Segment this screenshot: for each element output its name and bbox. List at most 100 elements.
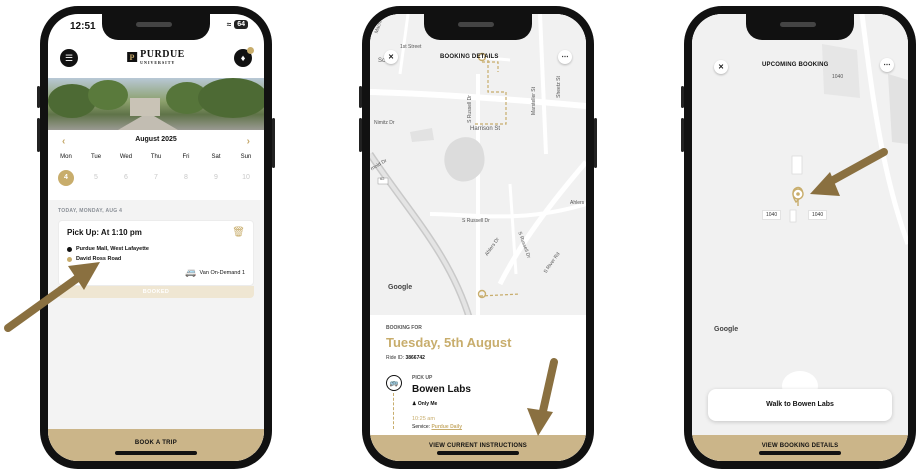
side-button	[37, 118, 40, 152]
service-label: Service:	[412, 424, 431, 430]
phone-home-screen: 12:51 ≈ 64 ☰ P PURDUE UNIVERSITY ♦ ‹ Aug…	[37, 6, 275, 469]
screen-title: BOOKING DETAILS	[440, 54, 499, 60]
side-button	[681, 86, 684, 108]
pickup-service: Service: Purdue Daily	[412, 424, 462, 430]
passengers-label: Only Me	[417, 401, 438, 407]
destination-dot-icon	[67, 256, 72, 262]
more-icon[interactable]: ⋯	[880, 58, 894, 72]
origin-label: Purdue Mall, West Lafayette	[76, 246, 149, 252]
pickup-time: 10:25 am	[412, 416, 435, 422]
view-booking-details-button[interactable]: VIEW BOOKING DETAILS	[692, 435, 908, 461]
date-cell[interactable]: 9	[204, 170, 228, 186]
date-row: 4 5 6 7 8 9 10	[54, 170, 258, 186]
close-icon[interactable]: ✕	[384, 50, 398, 64]
side-button	[359, 118, 362, 152]
stage: 12:51 ≈ 64 ☰ P PURDUE UNIVERSITY ♦ ‹ Aug…	[0, 0, 916, 470]
phone-booking-details: Machi 1st Street Sc Sheetz St Marsteller…	[359, 6, 597, 469]
map-label-building: 1040	[762, 210, 782, 220]
map-label-street: Nimitz Dr	[374, 120, 395, 126]
app-header: ☰ P PURDUE UNIVERSITY ♦	[48, 42, 264, 78]
side-button	[272, 118, 275, 168]
status-time: 12:51	[70, 21, 96, 32]
vehicle-label: Van On-Demand 1	[199, 269, 245, 276]
menu-icon[interactable]: ☰	[60, 49, 78, 67]
close-icon[interactable]: ✕	[714, 60, 728, 74]
notch	[746, 14, 854, 40]
date-cell[interactable]: 6	[114, 170, 138, 186]
person-icon: ♟	[412, 401, 417, 407]
phone-upcoming-booking: 1040 1040 1040 Google ✕ UPCOMING BOOKING…	[681, 6, 916, 469]
map-view[interactable]: 1040 1040 1040 Google ✕ UPCOMING BOOKING…	[692, 14, 908, 461]
side-button	[359, 86, 362, 108]
date-cell[interactable]: 7	[144, 170, 168, 186]
campus-hero-image	[48, 78, 264, 130]
status-icons: ≈ 64	[227, 20, 248, 29]
weekday-row: Mon Tue Wed Thu Fri Sat Sun	[54, 154, 258, 160]
battery-indicator: 64	[234, 20, 248, 29]
notch	[424, 14, 532, 40]
google-logo: Google	[388, 284, 413, 291]
weekday-label: Sat	[211, 154, 221, 160]
weekday-label: Wed	[119, 154, 133, 160]
side-button	[594, 118, 597, 168]
logo-subtext: UNIVERSITY	[140, 60, 176, 65]
map-label-street: 1st Street	[400, 44, 422, 50]
chevron-right-icon[interactable]: ›	[247, 136, 250, 147]
notification-badge	[247, 47, 254, 54]
date-cell[interactable]: 10	[234, 170, 258, 186]
origin-dot-icon	[67, 246, 72, 252]
trash-icon[interactable]: 🗑	[232, 227, 245, 238]
bus-icon: 🚌	[386, 375, 402, 391]
calendar-header: ‹ August 2025 ›	[48, 136, 264, 150]
booking-panel: BOOKING FOR Tuesday, 5th August Ride ID:…	[370, 315, 586, 461]
map-label-street: Ahlers	[570, 200, 585, 206]
home-indicator	[115, 451, 197, 455]
service-link[interactable]: Purdue Daily	[431, 424, 462, 430]
purdue-logo: P PURDUE UNIVERSITY	[127, 49, 185, 65]
map-label-street: S Russell Dr	[462, 218, 490, 224]
weekday-label: Fri	[182, 154, 190, 160]
ride-id-label: Ride ID:	[386, 355, 405, 361]
chevron-left-icon[interactable]: ‹	[62, 136, 65, 147]
vehicle-info: 🚐 Van On-Demand 1	[185, 267, 245, 278]
bell-icon[interactable]: ♦	[234, 47, 254, 67]
weekday-label: Sun	[240, 154, 252, 160]
screen: 12:51 ≈ 64 ☰ P PURDUE UNIVERSITY ♦ ‹ Aug…	[48, 14, 264, 461]
date-selected[interactable]: 4	[58, 170, 74, 186]
weekday-label: Thu	[150, 154, 162, 160]
screen: 1040 1040 1040 Google ✕ UPCOMING BOOKING…	[692, 14, 908, 461]
map-label-street: Harrison St	[470, 126, 501, 132]
calendar-month: August 2025	[135, 136, 177, 143]
ride-id-value: 3866742	[405, 355, 425, 361]
map-label-shield: 62	[380, 176, 385, 181]
walk-to-bowen-labs-button[interactable]: Walk to Bowen Labs	[708, 389, 892, 421]
map-label-street: Sheetz St	[555, 76, 562, 98]
trip-title: Pick Up: At 1:10 pm	[67, 228, 142, 237]
map-label-building: 1040	[832, 74, 844, 80]
google-logo: Google	[714, 326, 739, 333]
purdue-p-icon: P	[127, 52, 138, 62]
screen: Machi 1st Street Sc Sheetz St Marsteller…	[370, 14, 586, 461]
map-view[interactable]: Machi 1st Street Sc Sheetz St Marsteller…	[370, 14, 586, 320]
home-indicator	[437, 451, 519, 455]
trip-list: TODAY, MONDAY, AUG 4 Pick Up: At 1:10 pm…	[48, 200, 264, 461]
trip-card[interactable]: Pick Up: At 1:10 pm 🗑 Purdue Mall, West …	[58, 220, 254, 286]
trip-destination: David Ross Road	[67, 256, 121, 262]
view-current-instructions-button[interactable]: VIEW CURRENT INSTRUCTIONS	[370, 435, 586, 461]
booked-status: BOOKED	[58, 286, 254, 298]
more-icon[interactable]: ⋯	[558, 50, 572, 64]
trip-origin: Purdue Mall, West Lafayette	[67, 246, 149, 252]
day-label: TODAY, MONDAY, AUG 4	[58, 208, 123, 214]
booking-date: Tuesday, 5th August	[386, 335, 512, 350]
date-cell[interactable]: 8	[174, 170, 198, 186]
book-trip-button[interactable]: BOOK A TRIP	[48, 429, 264, 461]
ride-id: Ride ID: 3866742	[386, 355, 425, 361]
map-label-street: S Russell Dr	[466, 95, 473, 123]
route-line	[393, 393, 394, 429]
notch	[102, 14, 210, 40]
map-label-building: 1040	[808, 210, 828, 220]
week-calendar: ‹ August 2025 › Mon Tue Wed Thu Fri Sat …	[48, 134, 264, 196]
map-label-street: Marsteller St	[531, 86, 538, 116]
date-cell[interactable]: 5	[84, 170, 108, 186]
side-button	[37, 86, 40, 108]
